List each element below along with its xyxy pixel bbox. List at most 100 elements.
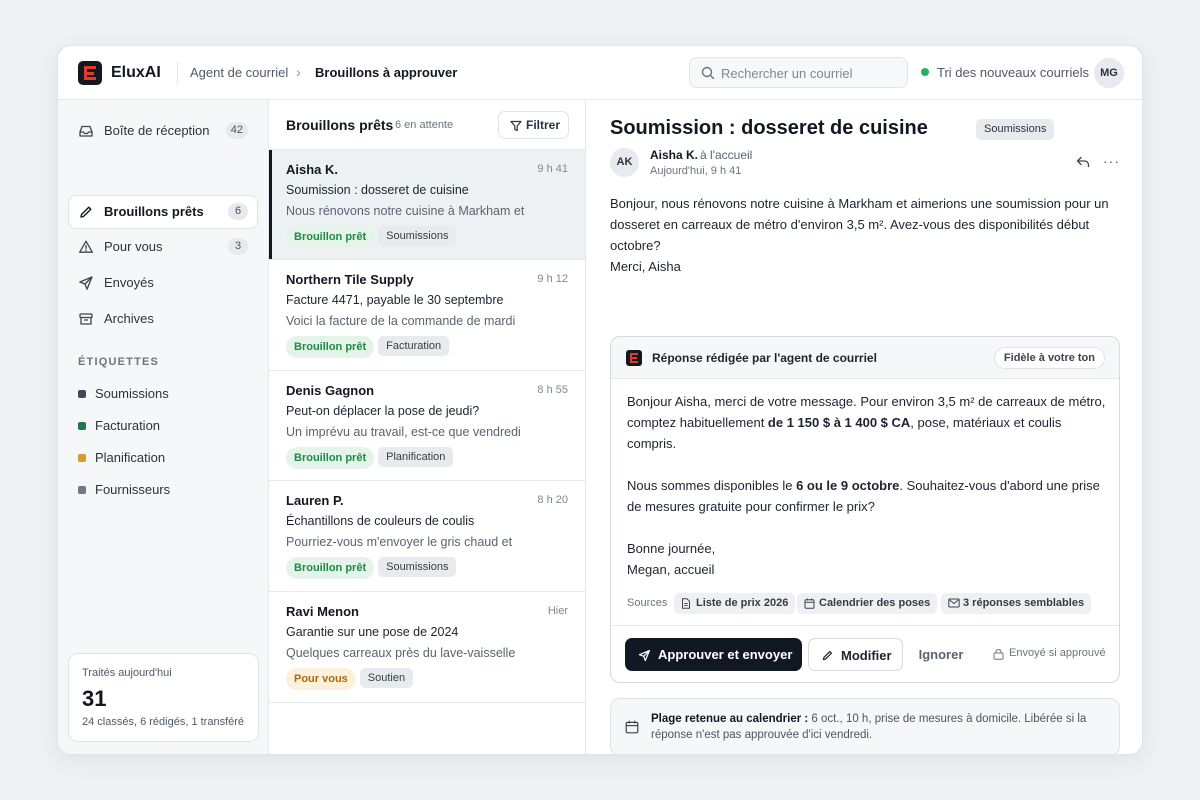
message-signature: Merci, Aisha [610, 259, 681, 274]
status-badge: Brouillon prêt [286, 336, 375, 358]
eluxai-logo-icon [626, 350, 642, 366]
status-badge: Pour vous [286, 668, 356, 690]
row-tags: Pour vous Soutien [286, 668, 417, 690]
source-label: 3 réponses semblables [963, 597, 1085, 609]
calendar-icon [804, 598, 815, 609]
message-title: Soumission : dosseret de cuisine [610, 117, 928, 139]
search-box[interactable] [689, 57, 908, 88]
breadcrumb-current: Brouillons à approuver [315, 65, 458, 80]
label-name: Soumissions [95, 386, 169, 401]
row-time: 8 h 20 [537, 494, 568, 506]
labels-heading: ÉTIQUETTES [78, 356, 160, 368]
sources-label: Sources [627, 597, 668, 609]
message-paragraph: Bonjour, nous rénovons notre cuisine à M… [610, 196, 1109, 253]
draft-dates: 6 ou le 9 octobre [796, 478, 900, 493]
filter-icon [510, 120, 522, 132]
user-avatar[interactable]: MG [1094, 58, 1124, 88]
list-title: Brouillons prêts [286, 117, 394, 133]
recipient: à l'accueil [700, 148, 753, 162]
label-name: Planification [95, 450, 166, 465]
approve-and-send-button[interactable]: Approuver et envoyer [625, 638, 802, 671]
list-item[interactable]: Lauren P. 8 h 20 Échantillons de couleur… [269, 480, 585, 591]
source-chip-similar-replies[interactable]: 3 réponses semblables [941, 593, 1092, 614]
row-subject: Garantie sur une pose de 2024 [286, 625, 459, 639]
draft-list: Brouillons prêts 6 en attente Filtrer Ai… [269, 100, 586, 754]
pencil-icon [822, 650, 833, 661]
row-sender: Denis Gagnon [286, 383, 375, 398]
filter-label: Filtrer [526, 118, 561, 132]
sidebar-item-sent[interactable]: Envoyés [68, 266, 258, 300]
calendar-note-text: Plage retenue au calendrier : 6 oct., 10… [651, 711, 1113, 743]
row-subject: Peut-on déplacer la pose de jeudi? [286, 404, 480, 418]
list-item[interactable]: Ravi Menon Hier Garantie sur une pose de… [269, 591, 585, 703]
filter-button[interactable]: Filtrer [498, 111, 569, 139]
chevron-right-icon: › [296, 64, 301, 80]
row-tags: Brouillon prêt Planification [286, 447, 457, 469]
row-sender: Aisha K. [286, 162, 339, 177]
list-item[interactable]: Northern Tile Supply 9 h 12 Facture 4471… [269, 259, 585, 370]
archive-icon [79, 313, 93, 325]
tag-badge: Soumissions [378, 557, 457, 577]
sidebar-item-drafts[interactable]: Brouillons prêts 6 [68, 195, 258, 229]
label-color-dot [78, 422, 86, 430]
message-detail: Soumission : dosseret de cuisine Soumiss… [586, 100, 1142, 754]
breadcrumb-parent[interactable]: Agent de courriel [190, 65, 288, 80]
inbox-icon [79, 125, 93, 137]
source-chip-price-list[interactable]: Liste de prix 2026 [674, 593, 796, 614]
row-subject: Échantillons de couleurs de coulis [286, 514, 475, 528]
mail-icon [948, 598, 960, 608]
row-preview: Pourriez-vous m'envoyer le gris chaud et [286, 535, 513, 549]
app-window: EluxAI Agent de courriel › Brouillons à … [57, 45, 1143, 755]
row-time: 8 h 55 [537, 384, 568, 396]
status-badge: Brouillon prêt [286, 226, 375, 248]
draft-header-title: Réponse rédigée par l'agent de courriel [652, 351, 877, 365]
row-sender: Ravi Menon [286, 604, 359, 619]
calendar-hold-note: Plage retenue au calendrier : 6 oct., 10… [610, 698, 1120, 754]
divider [177, 62, 178, 84]
draft-reply-card: Réponse rédigée par l'agent de courriel … [610, 336, 1120, 683]
label-color-dot [78, 454, 86, 462]
source-label: Liste de prix 2026 [696, 597, 789, 609]
edit-label: Modifier [841, 648, 892, 663]
tag-badge: Soutien [359, 668, 414, 688]
sender-name: Aisha K. [650, 148, 699, 162]
pencil-icon [80, 206, 92, 218]
row-tags: Brouillon prêt Soumissions [286, 226, 460, 248]
draft-body[interactable]: Bonjour Aisha, merci de votre message. P… [627, 391, 1107, 580]
ignore-button[interactable]: Ignorer [912, 638, 970, 671]
calendar-icon [625, 720, 639, 734]
sender-avatar: AK [610, 148, 639, 177]
row-time: Hier [547, 605, 568, 617]
status-indicator [921, 68, 929, 76]
count-badge: 42 [225, 122, 248, 139]
sidebar-item-label: Boîte de réception [104, 123, 210, 138]
sidebar-item-archives[interactable]: Archives [68, 302, 258, 336]
row-sender: Northern Tile Supply [286, 272, 414, 287]
row-preview: Nous rénovons notre cuisine à Markham et [286, 204, 525, 218]
message-time: Aujourd'hui, 9 h 41 [650, 165, 742, 177]
row-time: 9 h 41 [537, 163, 568, 175]
sidebar-item-label: Envoyés [104, 275, 154, 290]
list-item[interactable]: Denis Gagnon 8 h 55 Peut-on déplacer la … [269, 370, 585, 481]
tag-badge: Soumissions [976, 119, 1055, 140]
stats-card: Traités aujourd'hui 31 24 classés, 6 réd… [68, 653, 259, 742]
more-options-icon[interactable]: ··· [1103, 153, 1120, 169]
send-icon [638, 650, 650, 662]
row-tags: Brouillon prêt Soumissions [286, 557, 460, 579]
document-icon [682, 598, 690, 609]
sidebar-item-label: Pour vous [104, 239, 163, 254]
draft-header: Réponse rédigée par l'agent de courriel … [611, 337, 1119, 379]
edit-button[interactable]: Modifier [808, 638, 903, 671]
source-chip-calendar[interactable]: Calendrier des poses [797, 593, 938, 614]
lock-icon [993, 649, 1004, 660]
draft-price: de 1 150 $ à 1 400 $ CA [767, 415, 911, 430]
label-name: Facturation [95, 418, 161, 433]
sidebar-item-for-you[interactable]: Pour vous 3 [68, 230, 258, 264]
sidebar-item-inbox[interactable]: Boîte de réception 42 [68, 114, 258, 148]
brand-name: EluxAI [111, 64, 161, 81]
search-input[interactable] [721, 64, 901, 82]
reply-icon[interactable] [1076, 156, 1090, 168]
list-item[interactable]: Aisha K. 9 h 41 Soumission : dosseret de… [269, 149, 585, 260]
sidebar-item-label: Archives [104, 311, 154, 326]
calendar-note-title: Plage retenue au calendrier : [651, 713, 809, 725]
